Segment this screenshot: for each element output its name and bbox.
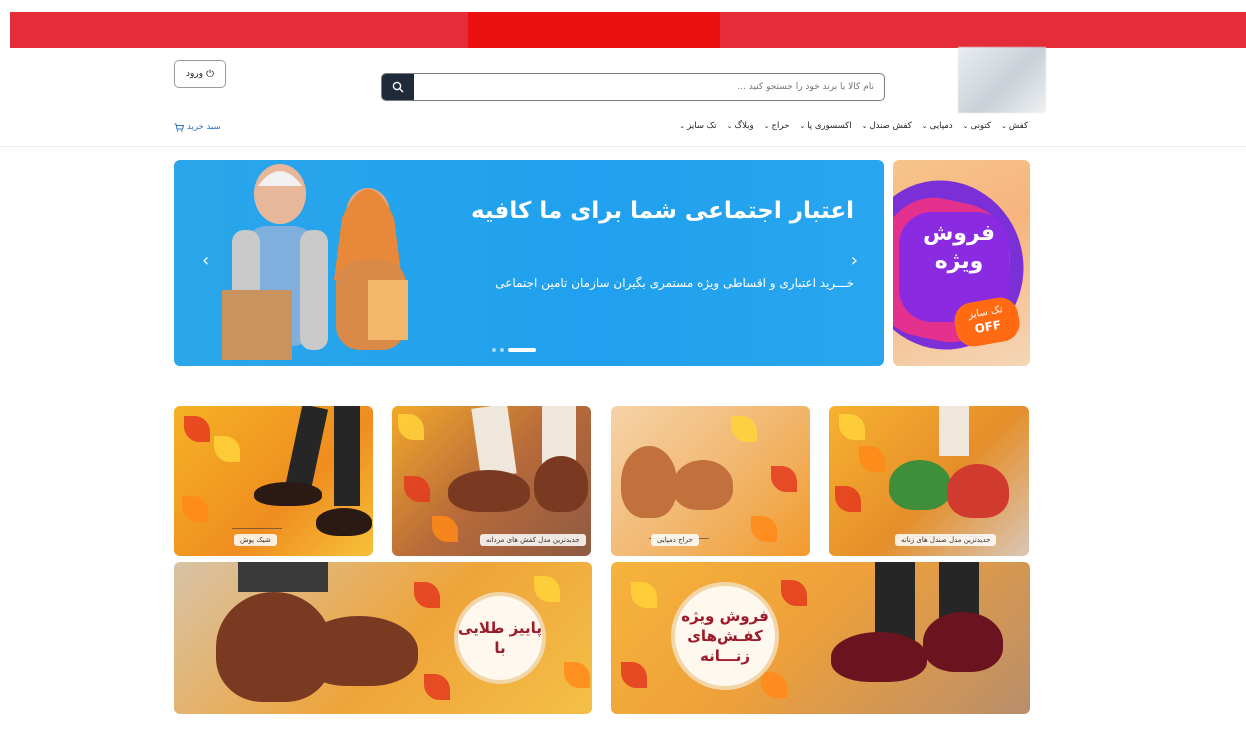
leaf-decoration <box>398 414 424 440</box>
leaf-decoration <box>564 662 590 688</box>
header-divider <box>0 146 1246 147</box>
nav-item-blog[interactable]: وبلاگ ⌄ <box>727 121 754 131</box>
chevron-down-icon: ⌄ <box>763 122 770 130</box>
nav-item-sandals[interactable]: کفش صندل ⌄ <box>862 121 912 131</box>
leaf-decoration <box>182 496 208 522</box>
hero-slider[interactable]: ‹ اعتبار اجتماعی شما برای ما کافیه › خــ… <box>174 160 884 366</box>
tile-stylish[interactable]: شیک پوش <box>174 406 373 556</box>
slider-dot[interactable] <box>492 348 496 352</box>
leaf-decoration <box>835 486 861 512</box>
top-banner-center[interactable] <box>468 12 720 48</box>
hero-subtitle: خـــرید اعتباری و اقساطی ویژه مستمری بگی… <box>495 276 854 290</box>
leg <box>238 562 328 592</box>
nav-item-sneakers[interactable]: کتونی ⌄ <box>963 121 991 131</box>
chevron-down-icon: ⌄ <box>1000 122 1007 130</box>
leg <box>334 406 360 506</box>
login-button[interactable]: ⏻ ورود <box>174 60 226 88</box>
leaf-decoration <box>621 662 647 688</box>
leaf-decoration <box>751 516 777 542</box>
tile-golden-autumn[interactable]: پاییز طلایی با <box>174 562 592 714</box>
leg <box>875 562 915 642</box>
leaf-decoration <box>534 576 560 602</box>
elderly-couple-image <box>222 164 408 360</box>
divider <box>232 528 282 529</box>
leaf-decoration <box>184 416 210 442</box>
leaf-decoration <box>631 582 657 608</box>
tile-women-special-sale[interactable]: فروش ویژه کفـش‌های زنـــانه <box>611 562 1030 714</box>
chevron-down-icon: ⌄ <box>921 122 928 130</box>
hero-title: اعتبار اجتماعی شما برای ما کافیه <box>470 198 854 224</box>
tile-slipper-sale[interactable]: حراج دمپایی <box>611 406 810 556</box>
chevron-down-icon: ⌄ <box>962 122 969 130</box>
leaf-decoration <box>214 436 240 462</box>
tile-men-shoes[interactable]: جدیدترین مدل کفش های مردانه <box>392 406 591 556</box>
loafer-image <box>300 616 418 686</box>
main-nav: کفش ⌄ کتونی ⌄ دمپایی ⌄ کفش صندل ⌄ اکسسوری پا… <box>679 121 1028 131</box>
shoe-image <box>448 470 530 512</box>
top-banner[interactable] <box>10 12 1246 48</box>
sandal-image <box>889 460 951 510</box>
leaf-decoration <box>414 582 440 608</box>
chevron-down-icon: ⌄ <box>679 122 686 130</box>
slipper-image <box>621 446 677 518</box>
slider-dots <box>492 348 536 352</box>
nav-item-slippers[interactable]: دمپایی ⌄ <box>922 121 953 131</box>
leaf-decoration <box>781 580 807 606</box>
tile-label: شیک پوش <box>234 534 277 546</box>
leg <box>471 406 517 479</box>
leaf-decoration <box>404 476 430 502</box>
leaf-decoration <box>424 674 450 700</box>
search-button[interactable] <box>382 74 414 100</box>
women-shoe-image <box>923 612 1003 672</box>
tile-women-sandals[interactable]: جدیدترین مدل صندل های زنانه <box>829 406 1029 556</box>
slider-dot[interactable] <box>500 348 504 352</box>
slider-prev-button[interactable]: ‹ <box>202 250 209 271</box>
special-sale-title: فروش ویژه <box>922 221 996 274</box>
leaf-decoration <box>731 416 757 442</box>
search-input[interactable] <box>414 74 884 100</box>
chevron-down-icon: ⌄ <box>799 122 806 130</box>
nav-item-sale[interactable]: حراج ⌄ <box>764 121 790 131</box>
leg <box>939 406 969 456</box>
search-bar <box>381 73 885 101</box>
leaf-decoration <box>771 466 797 492</box>
page: ⏻ ورود کفش⌄ کتونی⌄ دمپایی⌄ کفش صندل⌄ اکس… <box>0 0 1246 742</box>
shoe-image <box>254 482 322 506</box>
women-shoe-image <box>831 632 927 682</box>
cart-link[interactable]: سبد خرید <box>174 122 221 132</box>
nav-item-accessories[interactable]: اکسسوری پا ⌄ <box>799 121 851 131</box>
leg <box>285 406 329 488</box>
slider-next-button[interactable]: › <box>851 250 858 271</box>
login-label: ورود <box>186 69 204 79</box>
leaf-decoration <box>839 414 865 440</box>
power-icon: ⏻ <box>206 68 214 80</box>
women-sale-badge: فروش ویژه کفـش‌های زنـــانه <box>671 582 779 690</box>
leaf-decoration <box>761 672 787 698</box>
slider-dot-active[interactable] <box>508 348 536 352</box>
chevron-down-icon: ⌄ <box>861 122 868 130</box>
search-icon <box>392 81 404 93</box>
chevron-down-icon: ⌄ <box>726 122 733 130</box>
shoe-image <box>534 456 588 512</box>
golden-autumn-badge: پاییز طلایی با <box>454 592 546 684</box>
cart-icon <box>174 123 184 132</box>
tile-label: جدیدترین مدل صندل های زنانه <box>895 534 997 546</box>
nav-item-shoes[interactable]: کفش ⌄ <box>1001 121 1028 131</box>
slipper-image <box>673 460 733 510</box>
tile-label: حراج دمپایی <box>651 534 699 546</box>
site-logo[interactable] <box>958 47 1046 113</box>
special-sale-banner[interactable]: فروش ویژه تک سایز OFF <box>893 160 1030 366</box>
tile-label: جدیدترین مدل کفش های مردانه <box>480 534 586 546</box>
leaf-decoration <box>432 516 458 542</box>
sandal-image <box>947 464 1009 518</box>
leaf-decoration <box>859 446 885 472</box>
shoe-image <box>316 508 372 536</box>
nav-item-single-size[interactable]: تک سایز ⌄ <box>679 121 716 131</box>
